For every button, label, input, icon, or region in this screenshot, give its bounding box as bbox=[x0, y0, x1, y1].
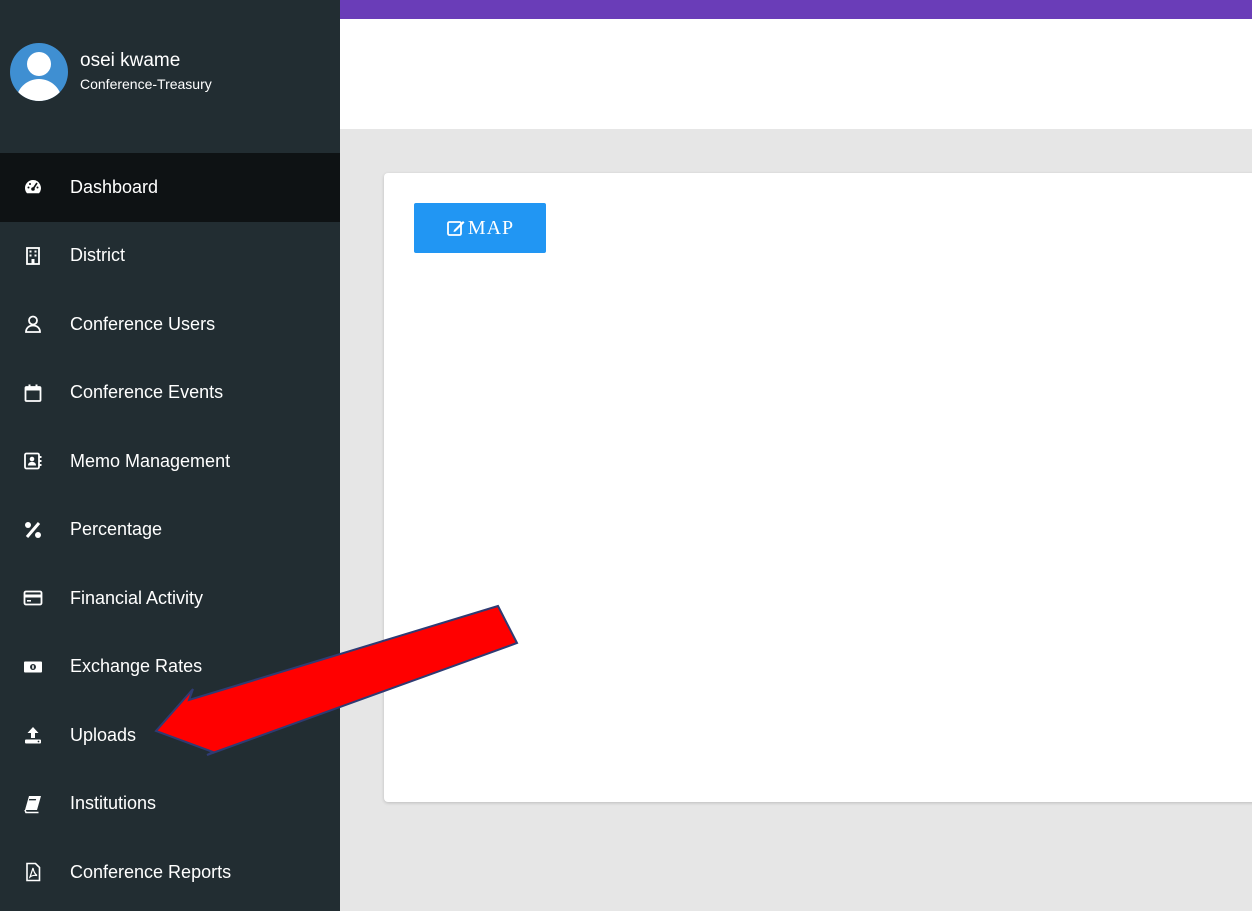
sidebar-item-dashboard[interactable]: Dashboard bbox=[0, 153, 340, 222]
sidebar-item-label: Financial Activity bbox=[70, 587, 204, 608]
file-pdf-icon bbox=[22, 861, 44, 883]
avatar-body bbox=[16, 79, 62, 101]
sidebar-logo-bar bbox=[0, 0, 340, 19]
sidebar-menu: Dashboard District Conference Users Conf… bbox=[0, 153, 340, 907]
top-navbar bbox=[340, 0, 1252, 19]
user-icon bbox=[22, 313, 44, 335]
map-button[interactable]: MAP bbox=[414, 203, 546, 253]
sidebar-item-conference-events[interactable]: Conference Events bbox=[0, 359, 340, 428]
app-window: osei kwame Conference-Treasury Dashboard… bbox=[0, 0, 1252, 911]
sidebar-item-label: Percentage bbox=[70, 519, 163, 540]
page-header bbox=[340, 19, 1252, 129]
user-info: osei kwame Conference-Treasury bbox=[80, 50, 212, 94]
calendar-icon bbox=[22, 382, 44, 404]
edit-icon bbox=[446, 221, 465, 236]
sidebar-item-uploads[interactable]: Uploads bbox=[0, 701, 340, 770]
avatar[interactable] bbox=[10, 43, 68, 101]
building-icon bbox=[22, 245, 44, 267]
sidebar-item-label: Institutions bbox=[70, 793, 157, 814]
user-role: Conference-Treasury bbox=[80, 76, 212, 92]
sidebar-item-label: Conference Events bbox=[70, 382, 224, 403]
user-panel: osei kwame Conference-Treasury bbox=[0, 19, 340, 153]
sidebar-item-conference-reports[interactable]: Conference Reports bbox=[0, 838, 340, 907]
sidebar-item-exchange-rates[interactable]: Exchange Rates bbox=[0, 633, 340, 702]
sidebar-item-label: Memo Management bbox=[70, 450, 231, 471]
credit-card-icon bbox=[22, 587, 44, 609]
sidebar-item-label: Conference Reports bbox=[70, 861, 232, 882]
money-bill-icon bbox=[22, 656, 44, 678]
upload-icon bbox=[22, 724, 44, 746]
map-button-label: MAP bbox=[467, 216, 515, 239]
sidebar: osei kwame Conference-Treasury Dashboard… bbox=[0, 0, 340, 911]
address-card-icon bbox=[22, 450, 44, 472]
sidebar-item-label: District bbox=[70, 245, 125, 266]
sidebar-item-label: Conference Users bbox=[70, 313, 216, 334]
sidebar-item-conference-users[interactable]: Conference Users bbox=[0, 290, 340, 359]
tachometer-icon bbox=[22, 176, 44, 198]
sidebar-item-district[interactable]: District bbox=[0, 222, 340, 291]
sidebar-item-label: Dashboard bbox=[70, 176, 159, 197]
content-card: MAP bbox=[384, 173, 1252, 802]
sidebar-item-percentage[interactable]: Percentage bbox=[0, 496, 340, 565]
percent-icon bbox=[22, 519, 44, 541]
sidebar-item-financial-activity[interactable]: Financial Activity bbox=[0, 564, 340, 633]
user-name: osei kwame bbox=[80, 50, 181, 71]
book-icon bbox=[22, 793, 44, 815]
sidebar-item-memo-management[interactable]: Memo Management bbox=[0, 427, 340, 496]
avatar-head bbox=[27, 52, 51, 76]
sidebar-item-label: Uploads bbox=[70, 724, 137, 745]
sidebar-item-institutions[interactable]: Institutions bbox=[0, 770, 340, 839]
sidebar-item-label: Exchange Rates bbox=[70, 656, 203, 677]
